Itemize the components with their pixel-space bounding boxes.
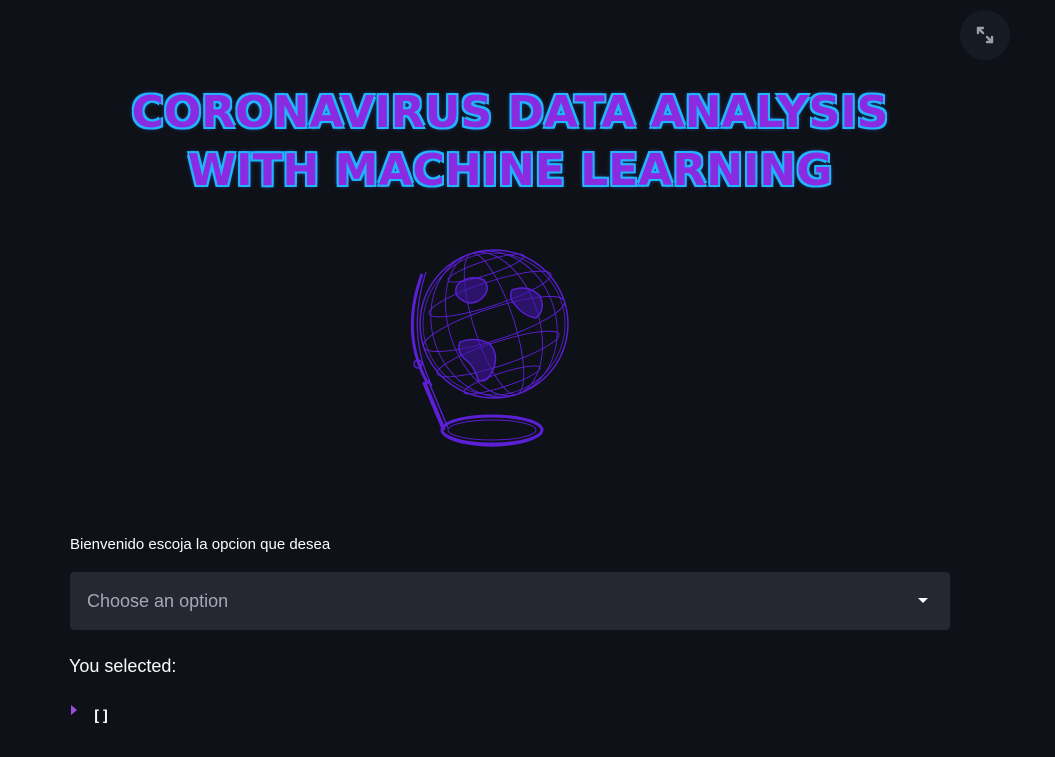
select-label: Bienvenido escoja la opcion que desea bbox=[70, 536, 331, 553]
fullscreen-button[interactable] bbox=[960, 10, 1010, 60]
chevron-down-icon[interactable] bbox=[918, 598, 928, 603]
hero-title: CORONAVIRUS DATA ANALYSIS WITH MACHINE L… bbox=[0, 84, 1020, 200]
globe-icon bbox=[410, 249, 569, 447]
expand-icon bbox=[976, 26, 994, 44]
app-page: CORONAVIRUS DATA ANALYSIS WITH MACHINE L… bbox=[0, 0, 1055, 757]
result-json-value: [] bbox=[92, 707, 111, 725]
hero-title-line-1: CORONAVIRUS DATA ANALYSIS bbox=[131, 87, 889, 138]
select-placeholder: Choose an option bbox=[87, 590, 229, 611]
hero-title-line-2: WITH MACHINE LEARNING bbox=[187, 145, 833, 196]
caret-right-icon[interactable] bbox=[71, 705, 77, 715]
result-label: You selected: bbox=[69, 656, 177, 676]
option-select[interactable]: Choose an option bbox=[70, 572, 950, 630]
